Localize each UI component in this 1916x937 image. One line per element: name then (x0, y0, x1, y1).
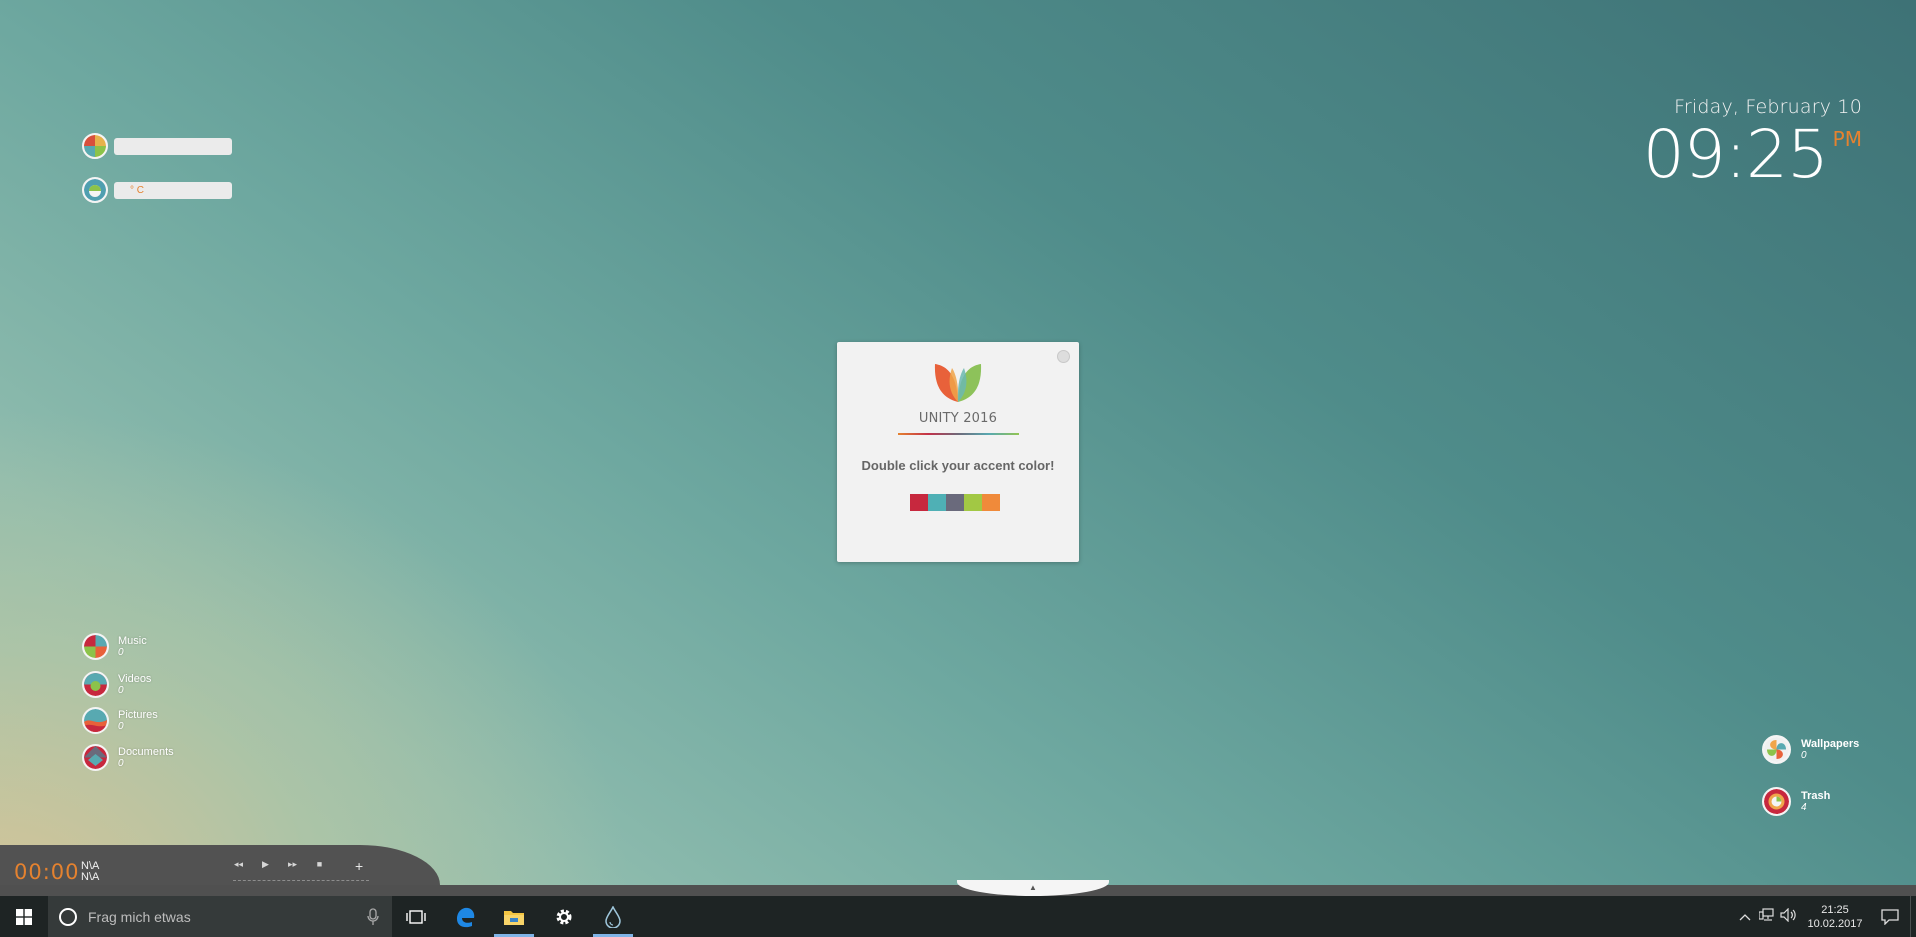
edge-button[interactable] (441, 896, 489, 937)
library-label: Music (118, 634, 147, 647)
previous-button[interactable]: ◂◂ (230, 859, 247, 870)
taskbar: 21:25 10.02.2017 (0, 896, 1916, 937)
media-time: 00:00 (14, 860, 80, 884)
temperature-icon (82, 177, 108, 203)
card-divider (898, 433, 1019, 435)
card-title: UNITY 2016 (918, 411, 998, 426)
file-explorer-button[interactable] (490, 896, 538, 937)
stop-button[interactable]: ■ (311, 859, 328, 870)
library-item-music[interactable]: Music 0 (82, 633, 147, 660)
clock-date: Friday, February 10 (1674, 96, 1862, 118)
taskbar-date: 10.02.2017 (1807, 917, 1863, 930)
videos-icon (82, 671, 109, 698)
weather-icon (82, 133, 108, 159)
search-input[interactable] (86, 907, 360, 926)
settings-button[interactable] (540, 896, 588, 937)
library-item-pictures[interactable]: Pictures 0 (82, 707, 158, 734)
library-label: Documents (118, 745, 174, 758)
folder-icon (504, 910, 524, 925)
library-count: 0 (118, 720, 124, 732)
swatch-red[interactable] (910, 494, 928, 511)
wallpapers-widget[interactable]: Wallpapers 0 (1762, 735, 1859, 764)
system-tray: 21:25 10.02.2017 (1734, 896, 1916, 937)
show-desktop-button[interactable] (1910, 896, 1916, 937)
library-count: 0 (118, 757, 124, 769)
media-track-info: N\A N\A (81, 861, 99, 883)
unity-accent-card: UNITY 2016 Double click your accent colo… (837, 342, 1079, 562)
action-center-button[interactable] (1870, 896, 1910, 937)
next-button[interactable]: ▸▸ (284, 859, 301, 870)
cortana-icon (59, 907, 77, 926)
droplet-icon (605, 905, 621, 928)
add-button[interactable]: + (355, 858, 363, 874)
temperature-widget[interactable]: ° C (82, 177, 232, 203)
wallpapers-label: Wallpapers (1801, 737, 1860, 750)
unity-logo-icon (934, 364, 982, 402)
taskbar-clock[interactable]: 21:25 10.02.2017 (1800, 903, 1870, 931)
documents-icon (82, 744, 109, 771)
clock-time: 09:25 (1642, 116, 1829, 193)
gear-icon (556, 909, 572, 924)
swatch-green[interactable] (964, 494, 982, 511)
library-count: 0 (118, 646, 124, 658)
pictures-icon (82, 707, 109, 734)
card-instruction: Double click your accent color! (861, 458, 1055, 473)
edge-icon (457, 907, 475, 927)
weather-widget[interactable] (82, 133, 232, 159)
weather-label (114, 137, 232, 155)
task-view-icon (406, 909, 426, 924)
notification-icon (1881, 908, 1899, 925)
swatch-teal[interactable] (928, 494, 946, 511)
droplet-app-button[interactable] (589, 896, 637, 937)
close-icon[interactable] (1057, 350, 1070, 363)
search-box[interactable] (48, 896, 392, 937)
start-button[interactable] (0, 896, 48, 937)
library-item-documents[interactable]: Documents 0 (82, 744, 174, 771)
clock-ampm: PM (1832, 127, 1862, 151)
library-label: Videos (118, 672, 152, 685)
media-title: N\A (81, 871, 100, 883)
dock-bar (0, 885, 1916, 896)
chevron-up-icon[interactable] (1734, 909, 1756, 924)
swatch-slate[interactable] (946, 494, 964, 511)
wallpapers-count: 0 (1801, 749, 1807, 761)
trash-widget[interactable]: Trash 4 (1762, 787, 1830, 816)
microphone-icon[interactable] (366, 907, 380, 926)
windows-icon (16, 908, 32, 925)
progress-track[interactable] (233, 880, 369, 881)
library-label: Pictures (118, 708, 158, 721)
temperature-label: ° C (114, 181, 232, 199)
taskbar-time: 21:25 (1821, 903, 1849, 916)
library-item-videos[interactable]: Videos 0 (82, 671, 151, 698)
accent-swatches (910, 494, 1000, 511)
swatch-orange[interactable] (982, 494, 1000, 511)
library-count: 0 (118, 684, 124, 696)
network-icon[interactable] (1756, 908, 1778, 925)
media-player: 00:00 N\A N\A ◂◂ ▶ ▸▸ ■ + (0, 845, 440, 885)
trash-icon (1762, 787, 1791, 816)
wallpapers-icon (1762, 735, 1791, 764)
volume-icon[interactable] (1778, 907, 1800, 925)
trash-count: 4 (1801, 801, 1807, 813)
task-view-button[interactable] (392, 896, 440, 937)
music-icon (82, 633, 109, 660)
media-controls: ◂◂ ▶ ▸▸ ■ (230, 859, 328, 870)
play-button[interactable]: ▶ (257, 859, 274, 870)
trash-label: Trash (1801, 789, 1831, 802)
